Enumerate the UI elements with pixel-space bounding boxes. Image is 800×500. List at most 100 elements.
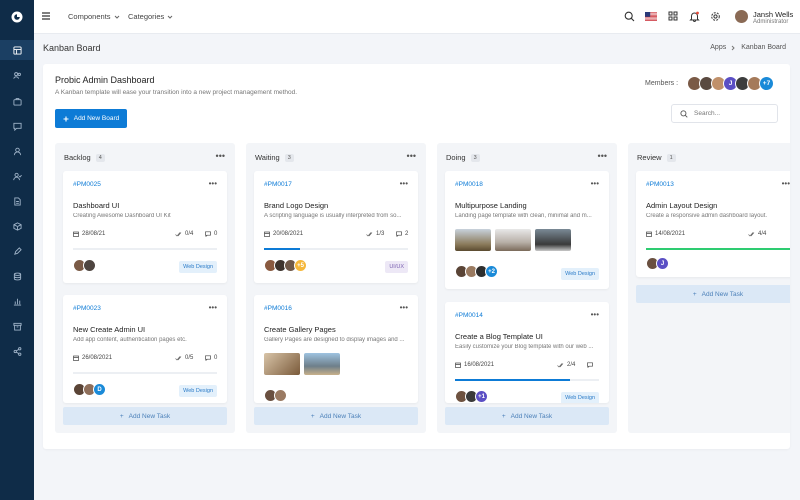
bell-icon[interactable] [689, 11, 700, 22]
card-id[interactable]: #PM0017 [264, 181, 292, 188]
card-title[interactable]: Create Gallery Pages [264, 325, 336, 334]
add-new-task-button[interactable]: + Add New Task [445, 407, 609, 425]
task-card[interactable]: #PM0018 ••• Multipurpose Landing Landing… [445, 171, 609, 289]
card-title[interactable]: Dashboard UI [73, 201, 119, 210]
assignee-avatar[interactable] [83, 259, 96, 272]
sidebar-edit-icon[interactable] [0, 241, 34, 261]
column-count-badge: 4 [95, 153, 105, 162]
card-title[interactable]: Create a Blog Template UI [455, 332, 543, 341]
assignee-avatar[interactable]: J [656, 257, 669, 270]
task-card[interactable]: #PM0013 ••• Admin Layout Design Create a… [636, 171, 790, 277]
card-comments [587, 362, 596, 368]
sidebar-item-dashboard-icon[interactable] [0, 40, 34, 60]
task-card[interactable]: #PM0016 ••• Create Gallery Pages Gallery… [254, 295, 418, 403]
search-icon[interactable] [624, 11, 635, 22]
calendar-icon [73, 231, 79, 237]
sidebar-share-icon[interactable] [0, 341, 34, 361]
sidebar-user-check-icon[interactable] [0, 166, 34, 186]
column-review-viewport: Review 1 #PM0013 ••• Admin Layout Design… [628, 143, 790, 433]
column-more-icon[interactable]: ••• [216, 151, 225, 161]
card-id[interactable]: #PM0025 [73, 181, 101, 188]
card-date-text: 14/08/2021 [655, 231, 686, 237]
card-tag: Web Design [561, 268, 599, 280]
sidebar-database-icon[interactable] [0, 266, 34, 286]
gallery-thumbnail[interactable] [495, 229, 531, 251]
card-id[interactable]: #PM0014 [455, 312, 483, 319]
card-id[interactable]: #PM0013 [646, 181, 674, 188]
user-name[interactable]: Jansh Wells [753, 10, 793, 19]
card-tag: UI/UX [385, 261, 408, 273]
column-more-icon[interactable]: ••• [598, 151, 607, 161]
settings-gear-icon[interactable] [710, 11, 721, 22]
add-new-task-button[interactable]: + Add New Task [254, 407, 418, 425]
add-new-board-button[interactable]: Add New Board [55, 109, 127, 128]
app-logo[interactable] [0, 0, 34, 34]
sidebar-file-icon[interactable] [0, 191, 34, 211]
sidebar-briefcase-icon[interactable] [0, 91, 34, 111]
card-more-icon[interactable]: ••• [591, 179, 599, 188]
card-title[interactable]: Brand Logo Design [264, 201, 328, 210]
add-new-task-button[interactable]: + Add New Task [636, 285, 790, 303]
card-tasks: 4/4 [748, 231, 766, 237]
card-comments: 2 [396, 231, 408, 237]
card-id[interactable]: #PM0023 [73, 305, 101, 312]
column-name: Waiting [255, 153, 280, 162]
user-avatar[interactable] [734, 9, 749, 24]
card-id[interactable]: #PM0018 [455, 181, 483, 188]
card-more-icon[interactable]: ••• [400, 303, 408, 312]
topbar: Components Categories Jansh Wells Admini… [34, 0, 800, 34]
assignee-more-badge[interactable]: +2 [485, 265, 498, 278]
assignee-more-badge[interactable]: +1 [475, 390, 488, 403]
breadcrumb-apps[interactable]: Apps [710, 44, 726, 51]
nav-categories-label: Categories [128, 12, 165, 21]
card-id[interactable]: #PM0016 [264, 305, 292, 312]
card-more-icon[interactable]: ••• [591, 310, 599, 319]
card-date-text: 26/08/2021 [82, 355, 113, 361]
column-name: Backlog [64, 153, 91, 162]
task-card[interactable]: #PM0017 ••• Brand Logo Design A scriptin… [254, 171, 418, 283]
us-flag-icon[interactable] [645, 12, 657, 21]
hamburger-menu-icon[interactable] [41, 11, 51, 21]
task-card[interactable]: #PM0025 ••• Dashboard UI Creating Awesom… [63, 171, 227, 283]
column-more-icon[interactable]: ••• [407, 151, 416, 161]
board-search-input[interactable] [694, 110, 774, 117]
gallery-thumbnail[interactable] [264, 353, 300, 375]
card-more-icon[interactable]: ••• [209, 179, 217, 188]
gallery-thumbnail[interactable] [304, 353, 340, 375]
sidebar-box-icon[interactable] [0, 216, 34, 236]
apps-grid-icon[interactable] [668, 11, 678, 21]
task-card[interactable]: #PM0023 ••• New Create Admin UI Add app … [63, 295, 227, 403]
card-date: 26/08/2021 [73, 355, 112, 361]
nav-components[interactable]: Components [68, 12, 120, 21]
add-new-task-button[interactable]: + Add New Task [63, 407, 227, 425]
comment-icon [205, 231, 211, 237]
check-double-icon [366, 231, 373, 237]
card-more-icon[interactable]: ••• [209, 303, 217, 312]
members-more-badge[interactable]: +7 [759, 76, 774, 91]
card-more-icon[interactable]: ••• [782, 179, 790, 188]
card-title[interactable]: Admin Layout Design [646, 201, 717, 210]
card-progress [455, 379, 599, 381]
card-more-icon[interactable]: ••• [400, 179, 408, 188]
gallery-thumbnail[interactable] [535, 229, 571, 251]
sidebar-bar-chart-icon[interactable] [0, 291, 34, 311]
card-title[interactable]: New Create Admin UI [73, 325, 145, 334]
nav-categories[interactable]: Categories [128, 12, 173, 21]
gallery-thumbnail[interactable] [455, 229, 491, 251]
sidebar-user-icon[interactable] [0, 141, 34, 161]
sidebar-users-icon[interactable] [0, 65, 34, 85]
task-card[interactable]: #PM0014 ••• Create a Blog Template UI Ea… [445, 302, 609, 403]
assignee-avatar[interactable] [274, 389, 287, 402]
sidebar-chat-icon[interactable] [0, 116, 34, 136]
plus-icon [63, 116, 69, 121]
assignee-more-badge[interactable]: +5 [294, 259, 307, 272]
card-tasks: 0/5 [175, 355, 193, 361]
card-title[interactable]: Multipurpose Landing [455, 201, 527, 210]
card-date: 16/08/2021 [455, 362, 494, 368]
column-count-badge: 1 [666, 153, 676, 162]
plus-icon: + [119, 412, 124, 420]
user-role: Administrator [753, 19, 789, 25]
board-search[interactable] [671, 104, 778, 123]
assignee-avatar[interactable]: D [93, 383, 106, 396]
sidebar-archive-icon[interactable] [0, 316, 34, 336]
